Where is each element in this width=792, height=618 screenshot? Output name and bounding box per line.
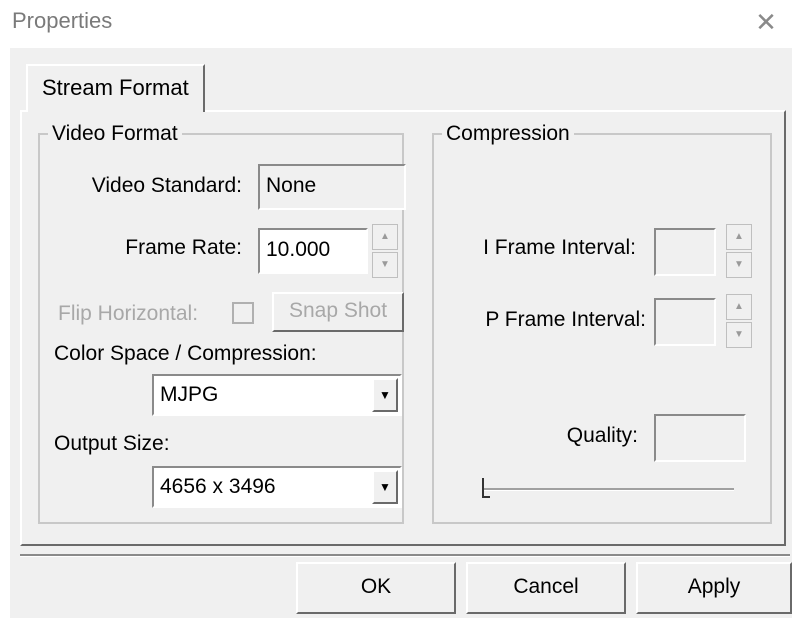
chevron-down-icon[interactable]: ▼	[372, 252, 398, 278]
dropdown-arrow-icon[interactable]: ▼	[372, 378, 398, 412]
quality-label: Quality:	[566, 424, 638, 447]
output-size-value: 4656 x 3496	[160, 475, 276, 498]
p-frame-interval-spinner[interactable]: ▲ ▼	[726, 294, 752, 348]
video-standard-field: None	[258, 164, 406, 210]
dropdown-arrow-icon[interactable]: ▼	[372, 470, 398, 504]
apply-button[interactable]: Apply	[636, 562, 792, 614]
compression-legend: Compression	[446, 122, 570, 145]
frame-rate-input[interactable]: 10.000	[258, 228, 368, 274]
p-frame-interval-label: P Frame Interval:	[485, 308, 646, 331]
color-space-value: MJPG	[160, 383, 219, 406]
chevron-down-icon[interactable]: ▼	[726, 252, 752, 278]
close-icon[interactable]: ✕	[750, 6, 782, 38]
ok-button[interactable]: OK	[296, 562, 456, 614]
color-space-label: Color Space / Compression:	[54, 342, 317, 365]
cancel-button[interactable]: Cancel	[466, 562, 626, 614]
dialog-client-area: Stream Format Video Format Video Standar…	[10, 48, 792, 618]
title-bar: Properties ✕	[0, 0, 792, 48]
chevron-down-icon[interactable]: ▼	[726, 322, 752, 348]
flip-horizontal-checkbox[interactable]	[232, 302, 254, 324]
i-frame-interval-spinner[interactable]: ▲ ▼	[726, 224, 752, 278]
quality-input[interactable]	[654, 414, 746, 462]
p-frame-interval-input[interactable]	[654, 298, 716, 346]
i-frame-interval-label: I Frame Interval:	[483, 236, 636, 259]
quality-slider-track[interactable]	[482, 488, 734, 491]
frame-rate-label: Frame Rate:	[125, 236, 242, 259]
snap-shot-button[interactable]: Snap Shot	[272, 292, 404, 332]
chevron-up-icon[interactable]: ▲	[372, 224, 398, 250]
output-size-select[interactable]: 4656 x 3496 ▼	[152, 466, 402, 508]
tab-stream-format[interactable]: Stream Format	[26, 64, 205, 112]
chevron-up-icon[interactable]: ▲	[726, 294, 752, 320]
window-title: Properties	[12, 8, 113, 33]
output-size-label: Output Size:	[54, 432, 170, 455]
quality-slider-thumb[interactable]	[482, 478, 490, 498]
video-standard-label: Video Standard:	[91, 174, 242, 197]
flip-horizontal-label: Flip Horizontal:	[58, 302, 199, 325]
i-frame-interval-input[interactable]	[654, 228, 716, 276]
frame-rate-spinner[interactable]: ▲ ▼	[372, 224, 398, 278]
chevron-up-icon[interactable]: ▲	[726, 224, 752, 250]
footer-separator	[20, 554, 790, 557]
color-space-select[interactable]: MJPG ▼	[152, 374, 402, 416]
video-format-legend: Video Format	[52, 122, 178, 145]
